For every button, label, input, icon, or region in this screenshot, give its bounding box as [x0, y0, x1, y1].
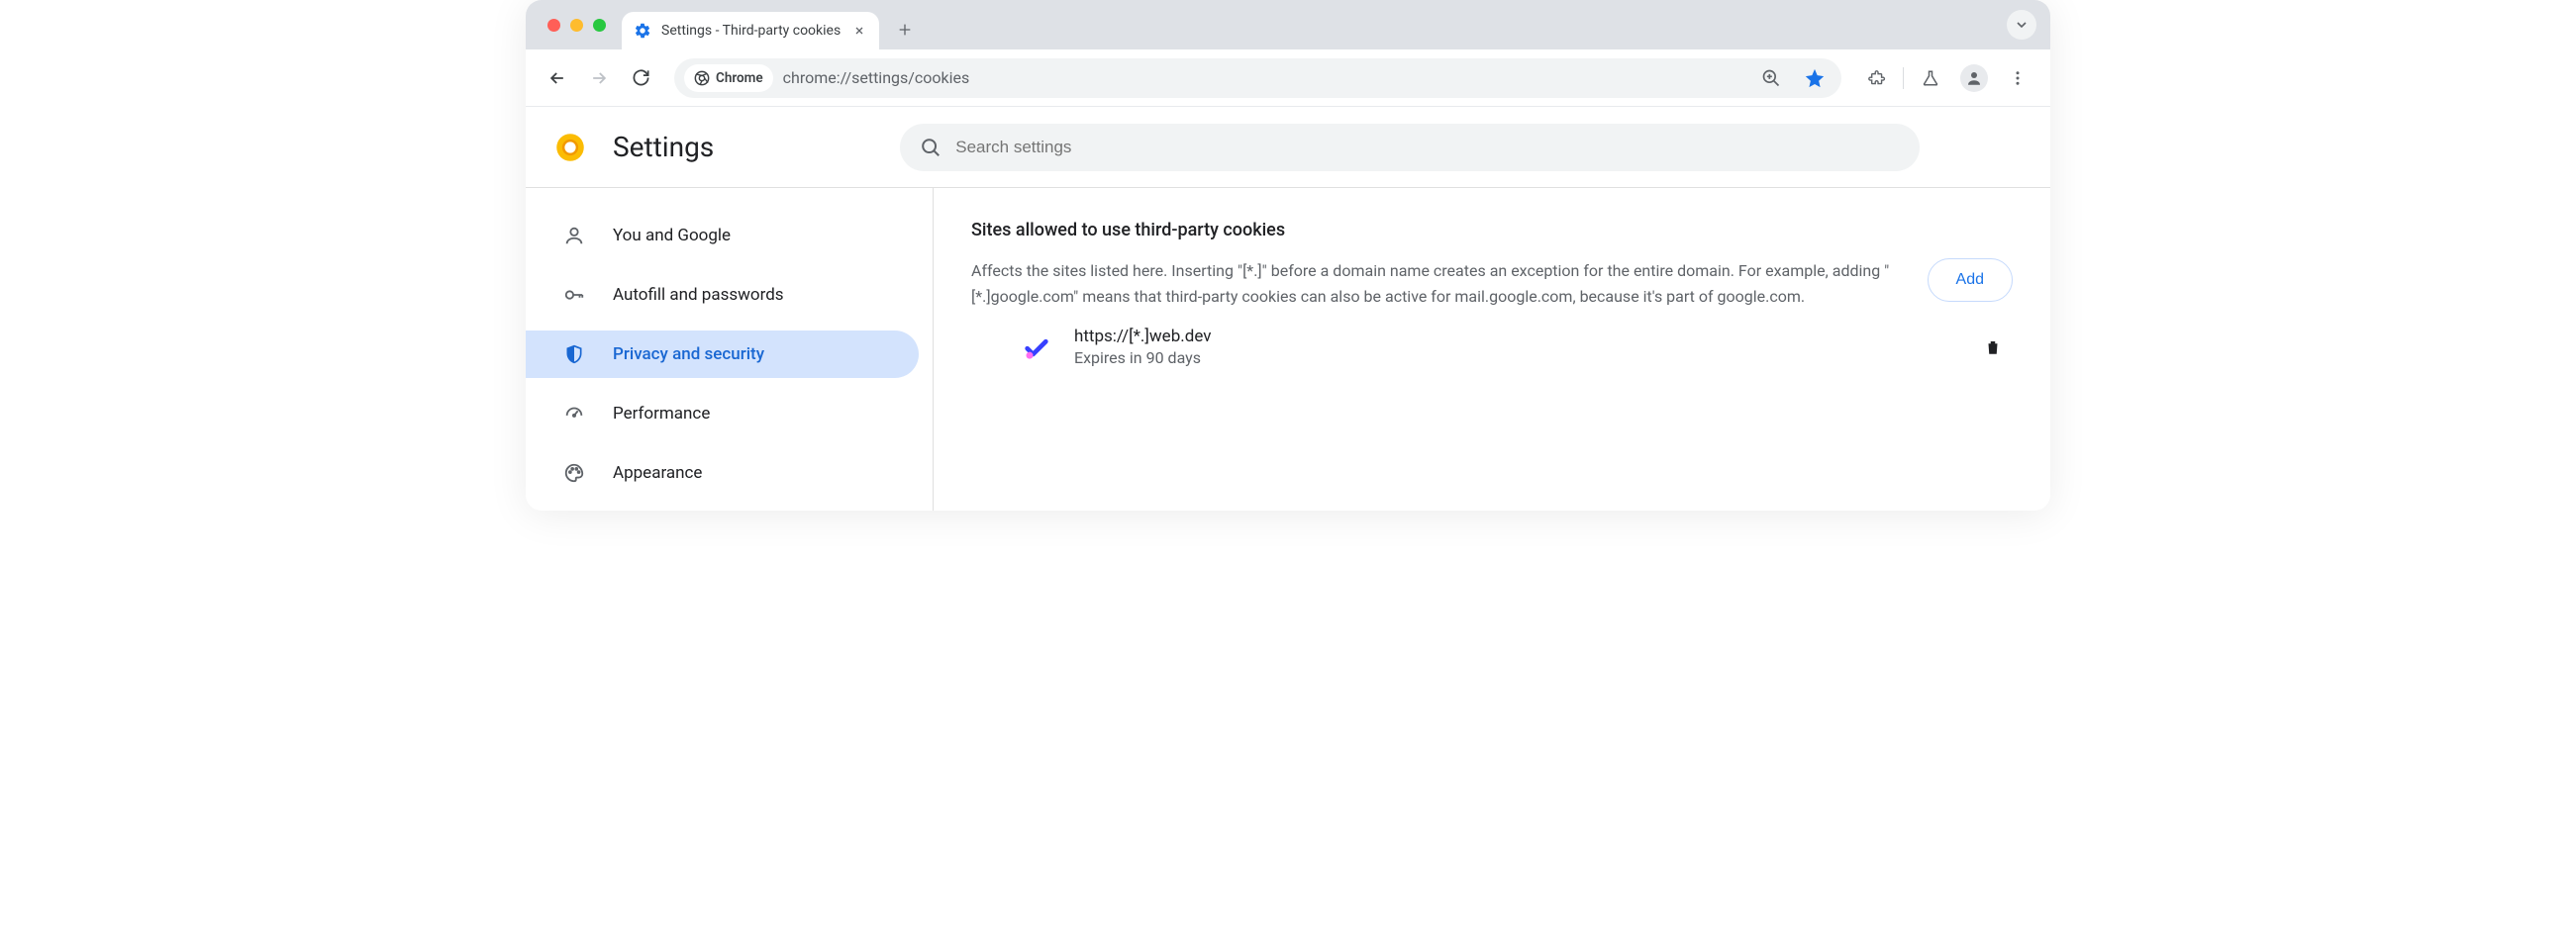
- separator: [1903, 67, 1904, 89]
- address-bar[interactable]: Chrome chrome://settings/cookies: [674, 58, 1841, 98]
- tab-overflow-button[interactable]: [2007, 10, 2036, 40]
- minimize-window-button[interactable]: [570, 19, 583, 32]
- extensions-icon[interactable]: [1857, 59, 1895, 97]
- site-info: https://[*.]web.dev Expires in 90 days: [1074, 327, 1951, 367]
- browser-toolbar: Chrome chrome://settings/cookies: [526, 49, 2050, 107]
- sidebar-item-you-and-google[interactable]: You and Google: [526, 212, 919, 259]
- bookmark-star-icon[interactable]: [1798, 61, 1832, 95]
- sidebar-item-label: Performance: [613, 404, 710, 424]
- sidebar-item-label: Autofill and passwords: [613, 285, 784, 305]
- shield-icon: [563, 343, 585, 365]
- sidebar-item-label: You and Google: [613, 226, 731, 245]
- window-controls: [544, 0, 622, 49]
- sidebar-item-performance[interactable]: Performance: [526, 390, 919, 437]
- site-row: https://[*.]web.dev Expires in 90 days: [971, 309, 2013, 367]
- section-description: Affects the sites listed here. Inserting…: [971, 258, 1904, 309]
- close-tab-icon[interactable]: [851, 23, 867, 39]
- browser-window: Settings - Third-party cookies Chrome: [526, 0, 2050, 511]
- key-icon: [563, 284, 585, 306]
- webdev-favicon-icon: [1021, 331, 1052, 363]
- url-text: chrome://settings/cookies: [783, 68, 1744, 87]
- settings-header: Settings: [526, 107, 2050, 188]
- add-button[interactable]: Add: [1928, 258, 2013, 302]
- search-settings-input[interactable]: [955, 138, 1900, 157]
- settings-body: You and Google Autofill and passwords Pr…: [526, 188, 2050, 511]
- sidebar-item-autofill[interactable]: Autofill and passwords: [526, 271, 919, 319]
- sidebar-item-appearance[interactable]: Appearance: [526, 449, 919, 497]
- palette-icon: [563, 462, 585, 484]
- chrome-chip-label: Chrome: [716, 70, 763, 86]
- new-tab-button[interactable]: [889, 14, 921, 46]
- section-title: Sites allowed to use third-party cookies: [971, 220, 2013, 240]
- close-window-button[interactable]: [547, 19, 560, 32]
- back-button[interactable]: [540, 60, 575, 96]
- tab-bar: Settings - Third-party cookies: [526, 0, 2050, 49]
- maximize-window-button[interactable]: [593, 19, 606, 32]
- main-panel: Sites allowed to use third-party cookies…: [934, 188, 2050, 511]
- trash-icon: [1984, 337, 2002, 357]
- tab-title: Settings - Third-party cookies: [661, 23, 842, 39]
- reload-button[interactable]: [623, 60, 658, 96]
- site-expires: Expires in 90 days: [1074, 348, 1951, 367]
- sidebar: You and Google Autofill and passwords Pr…: [526, 188, 934, 511]
- labs-flask-icon[interactable]: [1912, 59, 1949, 97]
- section-row: Affects the sites listed here. Inserting…: [971, 258, 2013, 309]
- chrome-menu-icon[interactable]: [1999, 59, 2036, 97]
- speedometer-icon: [563, 403, 585, 425]
- forward-button[interactable]: [581, 60, 617, 96]
- search-icon: [920, 137, 941, 158]
- browser-tab[interactable]: Settings - Third-party cookies: [622, 12, 879, 49]
- settings-gear-icon: [634, 22, 651, 40]
- person-icon: [563, 225, 585, 246]
- chrome-settings-logo-icon: [555, 133, 585, 162]
- chrome-logo-icon: [694, 70, 710, 86]
- sidebar-item-privacy[interactable]: Privacy and security: [526, 331, 919, 378]
- zoom-icon[interactable]: [1754, 61, 1788, 95]
- chrome-chip: Chrome: [684, 64, 773, 92]
- delete-site-button[interactable]: [1973, 328, 2013, 367]
- search-settings-box[interactable]: [900, 124, 1920, 171]
- sidebar-item-label: Privacy and security: [613, 344, 764, 364]
- profile-avatar[interactable]: [1955, 59, 1993, 97]
- site-url: https://[*.]web.dev: [1074, 327, 1951, 346]
- page-title: Settings: [613, 131, 714, 163]
- sidebar-item-label: Appearance: [613, 463, 702, 483]
